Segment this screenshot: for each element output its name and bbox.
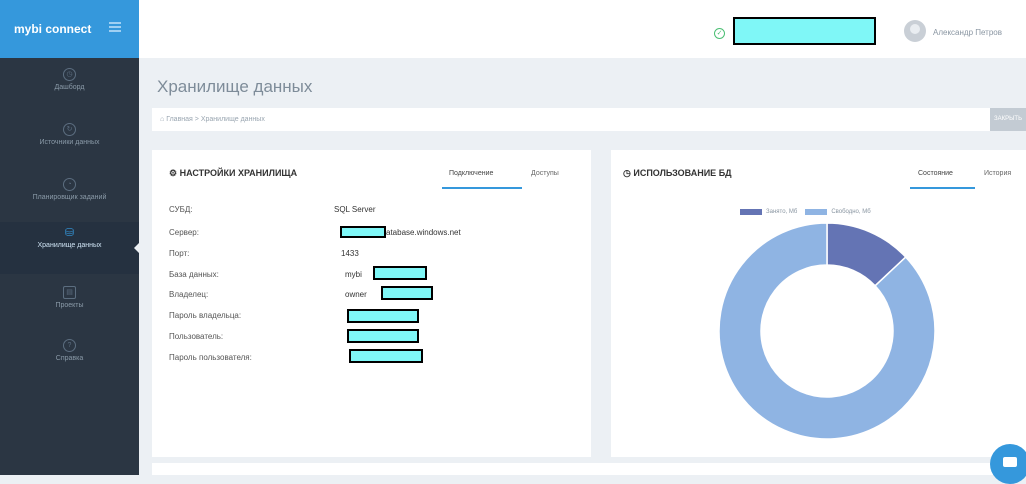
redacted-field xyxy=(373,266,427,280)
row-label-server: Сервер: xyxy=(169,228,199,237)
row-value-port: 1433 xyxy=(341,249,359,258)
sidebar-item-projects[interactable]: ▤ Проекты xyxy=(0,280,139,332)
row-value-server: atabase.windows.net xyxy=(386,228,461,237)
tab-connection[interactable]: Подключение xyxy=(449,170,493,177)
brand-logo[interactable]: mybi connect xyxy=(0,0,139,58)
row-value-owner: owner xyxy=(345,290,367,299)
status-check-icon: ✓ xyxy=(714,28,725,39)
projects-icon: ▤ xyxy=(63,286,76,299)
legend-label[interactable]: Занято, Мб xyxy=(766,209,797,215)
top-bar: ✓ Александр Петров xyxy=(139,0,1026,58)
redacted-field xyxy=(349,349,423,363)
chat-button[interactable] xyxy=(990,444,1026,484)
page-title: Хранилище данных xyxy=(157,77,313,96)
bottom-card xyxy=(152,463,1022,475)
sidebar-item-label: Источники данных xyxy=(39,139,100,146)
help-icon: ? xyxy=(63,339,76,352)
chart-legend: Занято, Мб Свободно, Мб xyxy=(740,209,871,215)
redacted-field xyxy=(381,286,433,300)
home-icon[interactable]: ⌂ xyxy=(160,116,164,123)
sidebar-item-label: Планировщик заданий xyxy=(32,194,107,201)
tab-status[interactable]: Состояние xyxy=(918,170,953,177)
sidebar-item-storage[interactable]: ⛁ Хранилище данных xyxy=(0,222,140,274)
active-tab-indicator xyxy=(910,187,975,189)
sidebar-item-dashboard[interactable]: ◷ Дашборд xyxy=(0,62,139,114)
redacted-field xyxy=(733,17,876,45)
tab-history[interactable]: История xyxy=(984,170,1011,177)
breadcrumb-home[interactable]: Главная xyxy=(166,116,193,123)
row-value-database: mybi xyxy=(345,270,362,279)
sidebar-item-label: Проекты xyxy=(55,302,84,309)
scheduler-icon: ◔ xyxy=(63,178,76,191)
breadcrumb-action-button[interactable]: ЗАКРЫТЬ xyxy=(990,108,1026,131)
row-label-user-password: Пароль пользователя: xyxy=(169,353,252,362)
row-value-dbms: SQL Server xyxy=(334,205,376,214)
sidebar-item-label: Справка xyxy=(55,355,84,362)
history-icon: ◷ xyxy=(623,168,631,178)
usage-card-title: ◷ ИСПОЛЬЗОВАНИЕ БД xyxy=(623,168,732,178)
breadcrumb-current: Хранилище данных xyxy=(200,116,265,123)
sidebar-item-label: Дашборд xyxy=(54,84,85,91)
sidebar-item-sources[interactable]: ↻ Источники данных xyxy=(0,117,139,169)
settings-card-title: ⚙ НАСТРОЙКИ ХРАНИЛИЩА xyxy=(169,168,298,178)
sidebar-item-scheduler[interactable]: ◔ Планировщик заданий xyxy=(0,172,139,224)
database-icon: ⛁ xyxy=(64,227,75,239)
sources-icon: ↻ xyxy=(63,123,76,136)
row-label-owner: Владелец: xyxy=(169,290,209,299)
redacted-field xyxy=(340,226,386,238)
row-label-user: Пользователь: xyxy=(169,332,224,341)
settings-card xyxy=(152,150,591,457)
settings-gear-icon: ⚙ xyxy=(169,168,178,178)
row-label-owner-password: Пароль владельца: xyxy=(169,311,242,320)
row-label-database: База данных: xyxy=(169,270,219,279)
redacted-field xyxy=(347,329,419,343)
sidebar-item-label: Хранилище данных xyxy=(37,242,102,249)
tab-access[interactable]: Доступы xyxy=(531,170,559,177)
menu-toggle-icon[interactable] xyxy=(109,22,121,32)
breadcrumb-separator: > xyxy=(194,116,199,123)
legend-label[interactable]: Свободно, Мб xyxy=(831,209,870,215)
dashboard-icon: ◷ xyxy=(63,68,76,81)
row-label-dbms: СУБД: xyxy=(169,205,193,214)
row-label-port: Порт: xyxy=(169,249,190,258)
legend-swatch xyxy=(740,209,762,215)
sidebar: mybi connect ◷ Дашборд ↻ Источники данны… xyxy=(0,0,140,475)
redacted-field xyxy=(347,309,419,323)
sidebar-item-help[interactable]: ? Справка xyxy=(0,333,139,385)
active-tab-indicator xyxy=(442,187,522,189)
legend-swatch xyxy=(805,209,828,215)
user-name[interactable]: Александр Петров xyxy=(933,28,1002,37)
breadcrumb: ⌂ Главная > Хранилище данных xyxy=(152,108,990,131)
avatar[interactable] xyxy=(904,20,926,42)
brand-name: mybi connect xyxy=(14,22,92,36)
usage-donut-chart xyxy=(718,222,936,440)
